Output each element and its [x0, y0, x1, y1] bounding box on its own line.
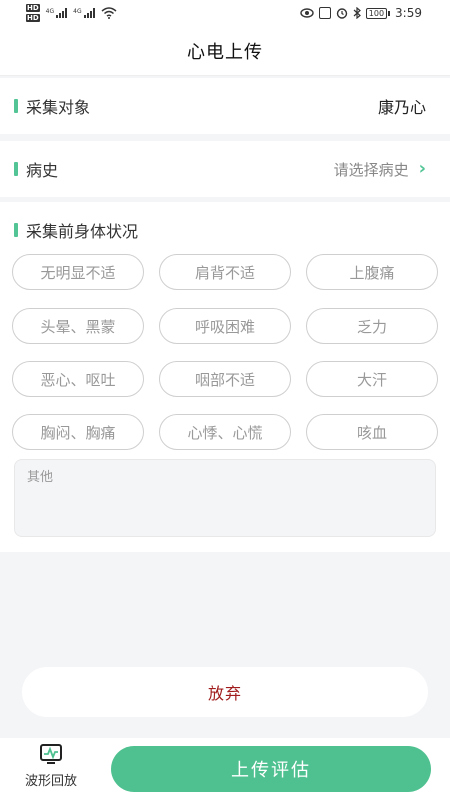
symptom-chip[interactable]: 肩背不适 [159, 254, 291, 290]
battery-icon: 100 [365, 7, 391, 19]
history-selector[interactable]: 请选择病史 › [334, 159, 426, 180]
history-label: 病史 [26, 161, 59, 180]
eye-icon [300, 8, 314, 18]
symptom-chip[interactable]: 大汗 [306, 361, 438, 397]
symptoms-label: 采集前身体状况 [26, 222, 139, 241]
history-label-group: 病史 [14, 157, 58, 181]
subject-row: 采集对象 康乃心 [0, 78, 450, 134]
symptom-chip[interactable]: 咳血 [306, 414, 438, 450]
status-bar: HD HD 4G 4G 100 3:59 [0, 0, 450, 26]
symptom-chip[interactable]: 头晕、黑蒙 [12, 308, 144, 344]
upload-button[interactable]: 上传评估 [111, 746, 431, 792]
other-input[interactable]: 其他 [14, 459, 436, 537]
discard-button[interactable]: 放弃 [22, 667, 428, 717]
waveform-icon [40, 744, 62, 764]
symptom-chip[interactable]: 乏力 [306, 308, 438, 344]
bottom-bar: 波形回放 上传评估 [0, 738, 450, 800]
wifi-icon [101, 7, 117, 19]
net1-label: 4G [45, 8, 55, 15]
subject-value: 康乃心 [377, 98, 426, 117]
accent-bar [14, 162, 18, 176]
chevron-right-icon: › [418, 158, 426, 179]
sim1-hd-label: HD [26, 4, 40, 12]
nfc-icon [318, 7, 331, 19]
battery-level: 100 [365, 7, 388, 19]
history-row[interactable]: 病史 请选择病史 › [0, 141, 450, 197]
sim-indicator: HD HD [26, 3, 40, 23]
status-right: 100 3:59 [300, 6, 422, 20]
subject-label: 采集对象 [26, 98, 91, 117]
signal-2-icon: 4G [73, 8, 95, 18]
sim2-hd-label: HD [26, 14, 40, 22]
replay-label: 波形回放 [24, 774, 77, 789]
waveform-replay-button[interactable]: 波形回放 [14, 744, 88, 789]
status-time: 3:59 [395, 6, 422, 20]
other-placeholder: 其他 [27, 470, 54, 485]
nav-bar: 心电上传 [0, 26, 450, 76]
status-left: HD HD 4G 4G [26, 3, 117, 23]
symptom-chip[interactable]: 呼吸困难 [159, 308, 291, 344]
accent-bar [14, 99, 18, 113]
symptom-chip[interactable]: 无明显不适 [12, 254, 144, 290]
symptom-chip[interactable]: 胸闷、胸痛 [12, 414, 144, 450]
subject-label-group: 采集对象 [14, 94, 90, 118]
bluetooth-icon [353, 7, 361, 19]
symptom-chip[interactable]: 咽部不适 [159, 361, 291, 397]
alarm-icon [336, 8, 347, 19]
page-title: 心电上传 [187, 41, 263, 63]
net2-label: 4G [73, 8, 82, 15]
symptoms-head: 采集前身体状况 [14, 218, 138, 242]
accent-bar [14, 223, 18, 237]
signal-1-icon: 4G [45, 8, 68, 18]
symptom-chip[interactable]: 恶心、呕吐 [12, 361, 144, 397]
history-placeholder: 请选择病史 [333, 160, 409, 179]
symptom-chip[interactable]: 心悸、心慌 [159, 414, 291, 450]
symptom-chip[interactable]: 上腹痛 [306, 254, 438, 290]
symptoms-section: 采集前身体状况 无明显不适 肩背不适 上腹痛 头晕、黑蒙 呼吸困难 乏力 恶心、… [0, 202, 450, 552]
